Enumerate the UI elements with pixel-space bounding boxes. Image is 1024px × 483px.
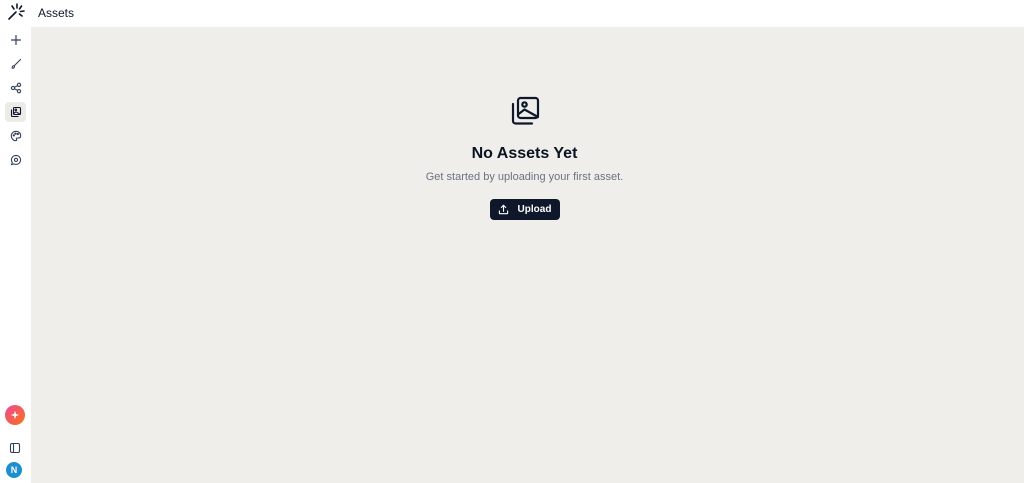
empty-state-subtitle: Get started by uploading your first asse… [425,171,624,183]
sidebar-item-new[interactable] [5,30,26,50]
sidebar-item-draw[interactable] [5,54,26,74]
images-icon [10,106,21,118]
sidebar-item-chat[interactable] [5,150,26,170]
user-avatar[interactable]: N [6,462,22,478]
palette-icon [10,130,21,142]
plus-icon [10,34,21,46]
share-icon [10,82,21,94]
app-window: N Assets No Assets Yet Get started by up… [0,0,1024,483]
upload-button-label: Upload [517,204,552,215]
sidebar: N [0,0,31,483]
brush-icon [11,58,21,69]
panel-left-icon [9,442,21,454]
upload-button[interactable]: Upload [489,199,560,220]
chat-icon [10,154,21,166]
toggle-sidebar-button[interactable] [7,440,23,456]
sidebar-item-palette[interactable] [5,126,26,146]
ai-assistant-button[interactable] [5,405,25,425]
sparkle-icon [10,410,20,420]
logo-icon[interactable] [6,3,26,21]
assets-content: No Assets Yet Get started by uploading y… [31,27,1024,483]
sidebar-item-assets[interactable] [5,102,26,122]
upload-icon [498,204,508,215]
sidebar-item-share[interactable] [5,78,26,98]
images-icon [511,96,539,125]
empty-state-title: No Assets Yet [471,145,578,162]
empty-state: No Assets Yet Get started by uploading y… [31,95,1024,220]
page-title: Assets [38,6,75,20]
top-bar: Assets [31,0,1024,27]
